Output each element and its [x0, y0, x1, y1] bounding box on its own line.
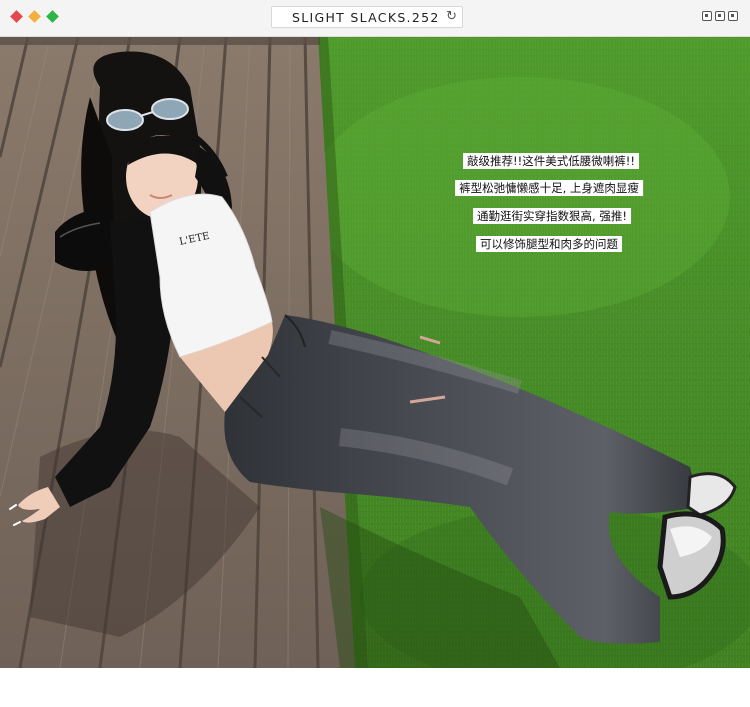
product-caption-overlay: 敲级推荐!!这件美式低腰微喇裤!! 裤型松弛慵懒感十足, 上身遮肉显瘦 通勤逛街…: [0, 37, 750, 668]
minimize-window-icon[interactable]: [28, 10, 41, 23]
browser-titlebar: SLIGHT SLACKS.252 ↻: [0, 0, 750, 37]
window-controls: [10, 10, 59, 23]
maximize-window-icon[interactable]: [46, 10, 59, 23]
caption-line-3: 通勤逛街实穿指数狠高, 强推!: [473, 208, 631, 224]
close-icon[interactable]: [728, 11, 738, 21]
reload-icon[interactable]: ↻: [446, 9, 457, 24]
page-bottom-margin: [0, 668, 750, 707]
caption-line-2: 裤型松弛慵懒感十足, 上身遮肉显瘦: [455, 180, 643, 196]
caption-line-1: 敲级推荐!!这件美式低腰微喇裤!!: [463, 153, 639, 169]
restore-icon[interactable]: [715, 11, 725, 21]
address-bar[interactable]: SLIGHT SLACKS.252 ↻: [271, 6, 463, 28]
product-photo: L'ETE 敲级推荐!!这件美式低腰微喇裤!! 裤型松弛慵懒感十足, 上身遮肉显…: [0, 37, 750, 668]
window-buttons: [702, 11, 738, 21]
address-text: SLIGHT SLACKS.252: [292, 10, 440, 25]
close-window-icon[interactable]: [10, 10, 23, 23]
minimize-icon[interactable]: [702, 11, 712, 21]
caption-line-4: 可以修饰腿型和肉多的问题: [476, 236, 622, 252]
